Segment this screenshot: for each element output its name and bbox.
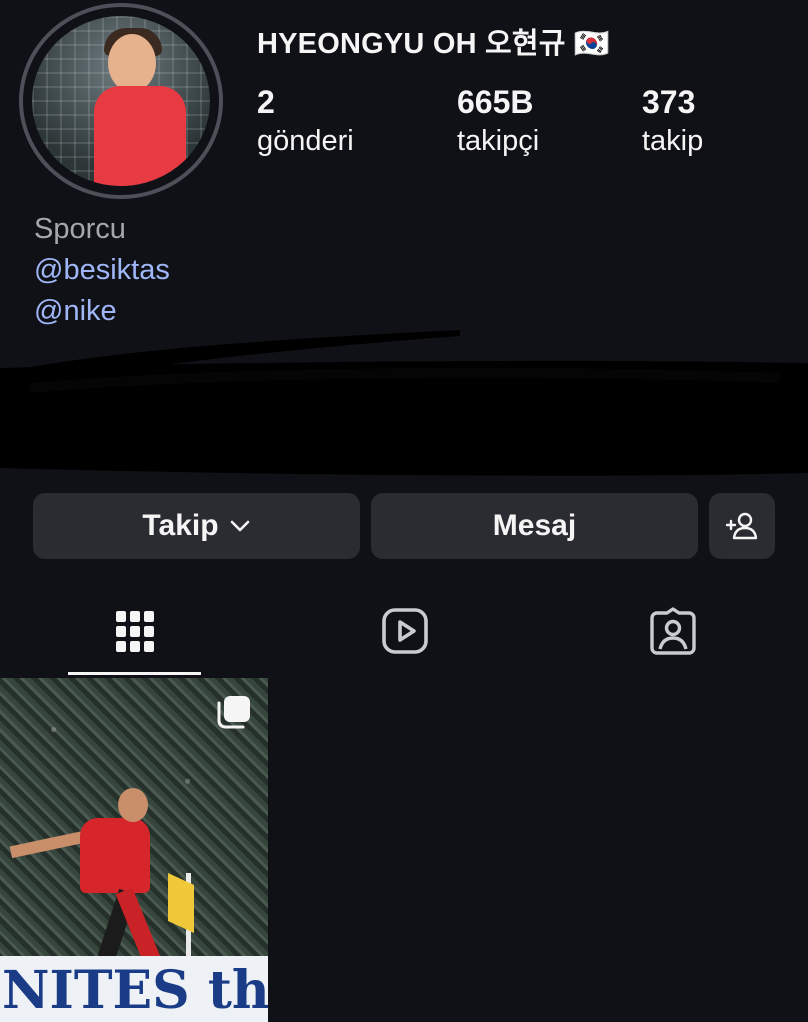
bio-link-besiktas[interactable]: @besiktas xyxy=(34,254,170,287)
profile-avatar[interactable] xyxy=(32,16,210,186)
stat-followers-label: takipçi xyxy=(457,125,540,157)
post-player-body xyxy=(80,818,150,893)
stat-followers-count: 665B xyxy=(457,84,534,120)
stat-posts-count: 2 xyxy=(257,84,275,120)
message-button[interactable]: Mesaj xyxy=(371,493,698,559)
follow-button[interactable]: Takip xyxy=(33,493,360,559)
bio-link-nike[interactable]: @nike xyxy=(34,295,117,328)
stat-posts[interactable]: 2 gönderi xyxy=(257,84,354,159)
stat-posts-label: gönderi xyxy=(257,125,354,157)
reels-icon xyxy=(382,608,428,654)
tab-posts-grid[interactable] xyxy=(100,600,170,662)
carousel-icon xyxy=(217,696,250,729)
stat-following-count: 373 xyxy=(642,84,696,120)
chevron-down-icon xyxy=(230,520,249,532)
tab-reels[interactable] xyxy=(370,600,440,662)
redaction-scribble xyxy=(0,330,808,476)
profile-category: Sporcu xyxy=(34,213,126,245)
stat-following-label: takip xyxy=(642,125,704,157)
post-thumbnail[interactable]: NITES the Wo xyxy=(0,678,268,1022)
grid-icon xyxy=(116,611,154,652)
profile-avatar-ring[interactable] xyxy=(19,3,223,199)
profile-username: HYEONGYU OH 오현규 🇰🇷 xyxy=(257,28,611,60)
add-person-icon xyxy=(725,512,758,540)
avatar-head xyxy=(108,34,156,92)
stat-followers[interactable]: 665B takipçi xyxy=(457,84,539,159)
post-player-arm xyxy=(9,829,91,859)
avatar-jersey xyxy=(94,86,186,186)
tab-tagged[interactable] xyxy=(638,600,708,662)
tagged-icon xyxy=(650,607,696,655)
post-ad-board-text: NITES the Wo xyxy=(0,956,268,1022)
message-button-label: Mesaj xyxy=(492,509,577,542)
active-tab-indicator xyxy=(68,672,201,675)
post-player-head xyxy=(118,788,148,822)
stat-following[interactable]: 373 takip xyxy=(642,84,703,159)
follow-button-label: Takip xyxy=(142,509,219,542)
suggested-users-button[interactable] xyxy=(709,493,775,559)
